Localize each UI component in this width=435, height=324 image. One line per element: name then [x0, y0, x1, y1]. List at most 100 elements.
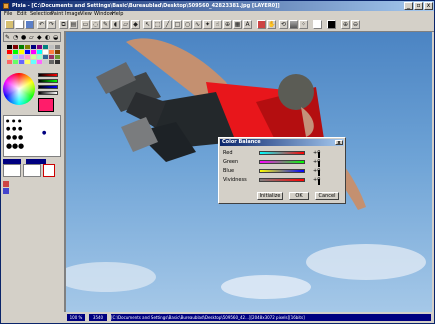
- palette-swatch[interactable]: [19, 55, 24, 59]
- brush-size-5[interactable]: ●: [12, 126, 16, 132]
- palette-swatch[interactable]: [55, 60, 60, 64]
- close-button[interactable]: x: [424, 2, 433, 10]
- zoom-out-icon[interactable]: ⊖: [351, 20, 360, 29]
- palette-swatch[interactable]: [31, 45, 36, 49]
- brush-size-2[interactable]: ●: [12, 118, 16, 123]
- select-rect-icon[interactable]: ▭: [81, 20, 90, 29]
- palette-swatch[interactable]: [19, 45, 24, 49]
- menu-window[interactable]: Window: [94, 11, 114, 18]
- menu-help[interactable]: Help: [112, 11, 123, 18]
- eraser-icon[interactable]: ▱: [121, 20, 130, 29]
- rotate-icon[interactable]: ⟲: [279, 20, 288, 29]
- blue-slider[interactable]: [38, 85, 58, 89]
- bucket-tool-icon[interactable]: ◆: [37, 34, 42, 41]
- menu-file[interactable]: File: [4, 11, 12, 18]
- red-slider[interactable]: [38, 73, 58, 77]
- stroke-icon[interactable]: [289, 20, 298, 29]
- menu-view[interactable]: View: [80, 11, 92, 18]
- palette-swatch[interactable]: [7, 60, 12, 64]
- palette-swatch[interactable]: [13, 60, 18, 64]
- paste-icon[interactable]: ▤: [69, 20, 78, 29]
- menu-edit[interactable]: Edit: [17, 11, 27, 18]
- palette-swatch[interactable]: [13, 55, 18, 59]
- brush-size-3[interactable]: ●: [18, 118, 22, 123]
- fill-icon[interactable]: ◆: [131, 20, 140, 29]
- palette-swatch[interactable]: [31, 55, 36, 59]
- palette-swatch[interactable]: [49, 45, 54, 49]
- pencil-tool-icon[interactable]: ✎: [5, 34, 10, 41]
- palette-swatch[interactable]: [43, 45, 48, 49]
- green-balance-slider[interactable]: [259, 160, 320, 167]
- smudge-icon[interactable]: ☝: [213, 20, 222, 29]
- palette-swatch[interactable]: [43, 55, 48, 59]
- palette-swatch[interactable]: [31, 60, 36, 64]
- current-color-swatch[interactable]: [38, 98, 54, 112]
- wand-icon[interactable]: ✦: [203, 20, 212, 29]
- palette-swatch[interactable]: [19, 60, 24, 64]
- foreground-color-swatch[interactable]: [327, 20, 336, 29]
- palette-swatch[interactable]: [7, 50, 12, 54]
- folder-open-icon[interactable]: [5, 20, 14, 29]
- text-icon[interactable]: A: [243, 20, 252, 29]
- rect-icon[interactable]: □: [173, 20, 182, 29]
- menu-selection[interactable]: Selection: [30, 11, 53, 18]
- select-arrow-icon[interactable]: ↖: [143, 20, 152, 29]
- brush-size-9[interactable]: ●: [18, 134, 23, 141]
- brush-size-7[interactable]: ●: [6, 134, 11, 141]
- airbrush-tool-icon[interactable]: ◔: [13, 34, 18, 41]
- layer-preview[interactable]: [43, 164, 55, 177]
- menu-paint[interactable]: Paint: [51, 11, 63, 18]
- undo-icon[interactable]: ↶: [37, 20, 46, 29]
- paint-tool-icon[interactable]: [3, 181, 9, 187]
- brightness-slider[interactable]: [38, 91, 58, 95]
- palette-swatch[interactable]: [19, 50, 24, 54]
- palette-swatch[interactable]: [7, 55, 12, 59]
- vividness-slider[interactable]: [259, 178, 320, 185]
- ok-button[interactable]: OK: [289, 192, 309, 200]
- layer-icon[interactable]: [257, 20, 266, 29]
- layer-thumbnail[interactable]: [3, 164, 21, 177]
- palette-swatch[interactable]: [49, 55, 54, 59]
- palette-swatch[interactable]: [43, 50, 48, 54]
- brush-icon[interactable]: ◖: [111, 20, 120, 29]
- maximize-button[interactable]: ▫: [414, 2, 423, 10]
- red-balance-slider[interactable]: [259, 151, 320, 158]
- blue-balance-slider[interactable]: [259, 169, 320, 176]
- zoom-in-icon[interactable]: ⊕: [341, 20, 350, 29]
- brush-size-6[interactable]: ●: [18, 126, 22, 132]
- brush-size-4[interactable]: ●: [6, 126, 10, 132]
- brush-tool-icon[interactable]: ●: [21, 34, 26, 41]
- stamp-icon[interactable]: ⊕: [223, 20, 232, 29]
- redo-icon[interactable]: ↷: [47, 20, 56, 29]
- palette-swatch[interactable]: [25, 60, 30, 64]
- palette-swatch[interactable]: [43, 60, 48, 64]
- ellipse-icon[interactable]: ○: [183, 20, 192, 29]
- menu-image[interactable]: Image: [65, 11, 81, 18]
- dialog-close-button[interactable]: x: [335, 140, 343, 146]
- palette-swatch[interactable]: [55, 45, 60, 49]
- palette-swatch[interactable]: [37, 45, 42, 49]
- brush-size-12[interactable]: ●: [18, 142, 24, 150]
- noise-icon[interactable]: ⁘: [299, 20, 308, 29]
- curve-icon[interactable]: ∿: [193, 20, 202, 29]
- blur-tool-icon[interactable]: ◐: [45, 34, 50, 41]
- palette-swatch[interactable]: [25, 45, 30, 49]
- palette-swatch[interactable]: [31, 50, 36, 54]
- palette-swatch[interactable]: [49, 60, 54, 64]
- save-icon[interactable]: [25, 20, 34, 29]
- palette-swatch[interactable]: [13, 50, 18, 54]
- pen-icon[interactable]: ✎: [101, 20, 110, 29]
- initialize-button[interactable]: Initialize: [257, 192, 283, 200]
- select-lasso-icon[interactable]: ◌: [91, 20, 100, 29]
- palette-swatch[interactable]: [25, 50, 30, 54]
- minimize-button[interactable]: _: [404, 2, 413, 10]
- color-wheel[interactable]: [3, 73, 35, 105]
- background-color-swatch[interactable]: [313, 20, 322, 29]
- hand-icon[interactable]: ✋: [267, 20, 276, 29]
- smudge-tool-icon[interactable]: ◒: [53, 34, 58, 41]
- palette-swatch[interactable]: [25, 55, 30, 59]
- marquee-icon[interactable]: ⬚: [153, 20, 162, 29]
- palette-swatch[interactable]: [37, 55, 42, 59]
- palette-swatch[interactable]: [55, 50, 60, 54]
- palette-swatch[interactable]: [13, 45, 18, 49]
